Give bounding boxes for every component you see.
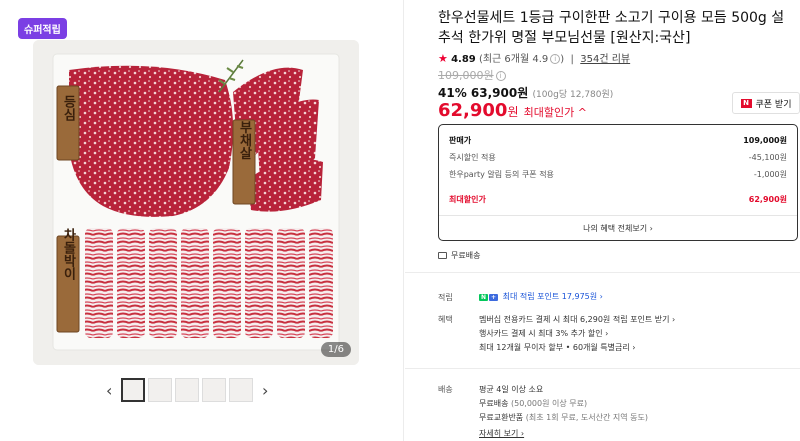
row-value: -45,100원 (748, 153, 787, 162)
delivery-free: 무료배송 (50,000원 이상 무료) (479, 398, 587, 409)
star-icon: ★ (438, 52, 448, 65)
price-info-icon[interactable]: i (495, 71, 506, 81)
plus-icon: + (489, 294, 499, 301)
row-label: 한우party 알림 등의 쿠폰 적용 (449, 170, 554, 179)
section-divider (405, 272, 800, 273)
product-info: 한우선물세트 1등급 구이한판 소고기 구이용 모듬 500g 설 추석 한가위… (405, 0, 800, 441)
truck-icon (438, 252, 447, 259)
review-count-link[interactable]: 354건 리뷰 (580, 54, 630, 65)
benefit-3[interactable]: 최대 12개월 무이자 할부 • 60개월 특별금리 › (479, 342, 635, 353)
row-coupon-discount: 한우party 알림 등의 쿠폰 적용 -1,000원 (449, 169, 787, 180)
row-label: 즉시할인 적용 (449, 153, 496, 162)
rating-recent: (최근 6개월 4.9 (478, 54, 549, 65)
price-breakdown-box: 판매가 109,000원 즉시할인 적용 -45,100원 한우party 알림… (438, 124, 798, 241)
max-price-won: 원 (507, 105, 519, 119)
row-list-price: 판매가 109,000원 (449, 135, 787, 146)
image-counter: 1/6 (320, 342, 351, 357)
beef-gift-set-photo: 등심 부채살 차돌박이 (33, 40, 359, 365)
rating-recent-close: ) (560, 54, 565, 65)
row-value: 109,000원 (743, 136, 787, 145)
thumbnail-1[interactable] (121, 378, 145, 402)
section-divider (405, 368, 800, 369)
thumbnail-4[interactable] (202, 378, 226, 402)
product-gallery: 슈퍼적립 등심 부채살 차돌박이 1/6 ‹ › (0, 0, 404, 441)
delivery-details-link[interactable]: 자세히 보기 › (479, 428, 524, 439)
npay-icon: N (479, 294, 489, 301)
coupon-icon: N (740, 98, 752, 108)
prev-thumb-button[interactable]: ‹ (106, 381, 112, 400)
max-price-label: 최대할인가 ^ (523, 106, 587, 119)
delivery-free-condition: (50,000원 이상 무료) (511, 399, 588, 408)
rating-row: ★ 4.89 (최근 6개월 4.9 i) | 354건 리뷰 (438, 52, 631, 65)
delivery-label: 배송 (438, 385, 453, 394)
original-price-row: 109,000원 i (438, 67, 506, 83)
rating-score: 4.89 (451, 54, 476, 65)
thumbnail-5[interactable] (229, 378, 253, 402)
original-price: 109,000원 (438, 69, 494, 82)
shipping-row: 무료배송 (438, 250, 480, 261)
unit-price: (100g당 12,780원) (532, 90, 614, 100)
main-product-image[interactable]: 등심 부채살 차돌박이 1/6 (33, 40, 359, 365)
delivery-time: 평균 4일 이상 소요 (479, 385, 544, 394)
thumbnail-2[interactable] (148, 378, 172, 402)
coupon-label: 쿠폰 받기 (755, 99, 792, 110)
row-instant-discount: 즉시할인 적용 -45,100원 (449, 152, 787, 163)
max-price-number: 62,900 (438, 100, 508, 121)
next-thumb-button[interactable]: › (262, 381, 268, 400)
row-value: 62,900원 (748, 195, 787, 204)
benefit-2[interactable]: 행사카드 결제 시 최대 3% 추가 할인 › (479, 328, 608, 339)
product-title: 한우선물세트 1등급 구이한판 소고기 구이용 모듬 500g 설 추석 한가위… (438, 10, 785, 46)
points-link[interactable]: N + 최대 적립 포인트 17,975원 › (479, 291, 603, 302)
super-point-badge: 슈퍼적립 (18, 18, 67, 39)
thumbnail-strip: ‹ › (0, 378, 404, 404)
row-value: -1,000원 (753, 170, 787, 179)
row-max-discount: 최대할인가 62,900원 (449, 194, 787, 205)
points-label: 적립 (438, 293, 453, 302)
sale-price-row: 41% 63,900원 (100g당 12,780원) (438, 84, 613, 101)
discount-rate: 41% (438, 86, 467, 100)
return-label: 무료교환반품 (479, 413, 524, 422)
points-text: 최대 적립 포인트 17,975원 › (502, 292, 603, 301)
delivery-free-label: 무료배송 (479, 399, 509, 408)
tag-dongsim-1: 등심 (61, 95, 76, 122)
info-icon[interactable]: i (550, 54, 561, 64)
coupon-button[interactable]: N 쿠폰 받기 (732, 92, 800, 114)
box-divider (439, 215, 797, 216)
row-label: 판매가 (449, 136, 472, 145)
tag-chadol: 차돌박이 (61, 227, 76, 281)
all-benefits-link[interactable]: 나의 혜택 전체보기 › (439, 223, 797, 234)
thumbnail-3[interactable] (175, 378, 199, 402)
row-label: 최대할인가 (449, 195, 486, 204)
sale-price: 63,900원 (470, 86, 529, 100)
return-condition: (최초 1회 무료, 도서산간 지역 동도) (525, 413, 648, 422)
free-shipping-text: 무료배송 (451, 251, 481, 260)
delivery-return: 무료교환반품 (최초 1회 무료, 도서산간 지역 동도) (479, 412, 648, 423)
max-discount-price-toggle[interactable]: 62,900원 최대할인가 ^ (438, 100, 587, 121)
benefit-1[interactable]: 멤버십 전용카드 결제 시 최대 6,290원 적립 포인트 받기 › (479, 314, 675, 325)
benefits-label: 혜택 (438, 315, 453, 324)
tag-buchae: 부채살 (237, 121, 252, 161)
